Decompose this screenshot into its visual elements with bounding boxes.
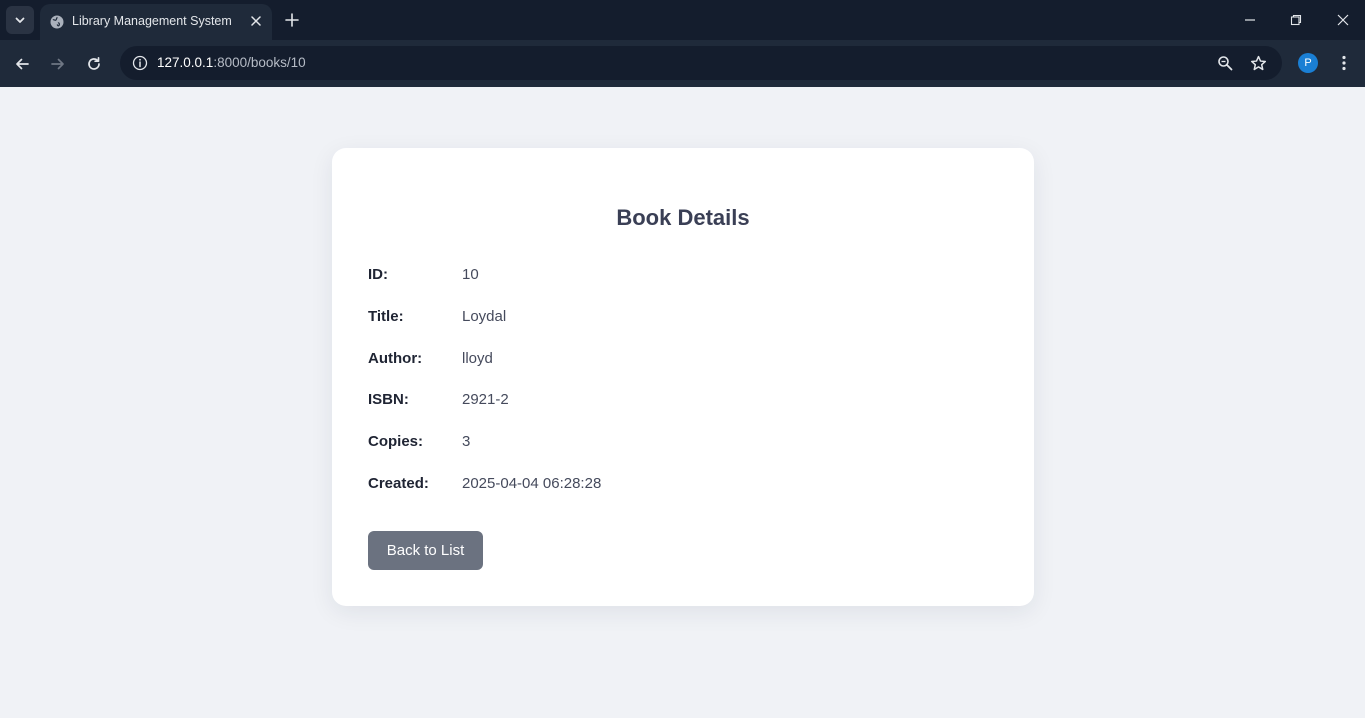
detail-value: Loydal xyxy=(462,308,507,325)
more-vertical-icon xyxy=(1342,55,1346,71)
minimize-button[interactable] xyxy=(1238,8,1262,32)
detail-value: 10 xyxy=(462,266,479,283)
detail-label: ID: xyxy=(368,266,388,283)
url-path: :8000/books/10 xyxy=(213,55,306,70)
detail-label: Copies: xyxy=(368,433,424,450)
tab-title: Library Management System xyxy=(72,14,232,28)
plus-icon xyxy=(285,13,299,27)
detail-value: lloyd xyxy=(462,350,493,367)
tab-strip: Library Management System xyxy=(0,0,1365,40)
address-bar[interactable]: 127.0.0.1:8000/books/10 xyxy=(120,46,1282,80)
zoom-button[interactable] xyxy=(1213,51,1237,75)
detail-value: 2025-04-04 06:28:28 xyxy=(462,475,602,492)
close-icon xyxy=(251,16,261,26)
page-title: Book Details xyxy=(616,205,750,230)
detail-label: Created: xyxy=(368,475,429,492)
minimize-icon xyxy=(1245,19,1255,21)
detail-value: 3 xyxy=(462,433,471,450)
reload-icon xyxy=(88,56,100,70)
detail-label: ISBN: xyxy=(368,391,409,408)
close-window-button[interactable] xyxy=(1331,8,1355,32)
new-tab-button[interactable] xyxy=(281,9,303,31)
detail-value: 2921-2 xyxy=(462,391,509,408)
close-icon xyxy=(1337,14,1349,26)
book-details-card: Book Details ID: 10 Title: Loydal Author… xyxy=(332,148,1034,606)
info-icon xyxy=(132,55,148,71)
zoom-icon xyxy=(1218,56,1233,71)
url-host: 127.0.0.1 xyxy=(157,55,214,70)
profile-avatar[interactable]: P xyxy=(1298,53,1318,73)
arrow-right-icon xyxy=(51,58,64,70)
tab-close-button[interactable] xyxy=(247,12,265,30)
detail-label: Author: xyxy=(368,350,423,367)
tab-search-button[interactable] xyxy=(6,6,34,34)
chevron-down-icon xyxy=(15,17,25,23)
bookmark-button[interactable] xyxy=(1246,51,1270,75)
restore-button[interactable] xyxy=(1284,8,1308,32)
back-to-list-button[interactable]: Back to List xyxy=(368,531,483,570)
globe-icon xyxy=(50,15,64,29)
browser-toolbar: 127.0.0.1:8000/books/10 P xyxy=(0,40,1365,87)
back-nav-button[interactable] xyxy=(8,50,36,78)
star-icon xyxy=(1250,55,1266,70)
reload-button[interactable] xyxy=(80,50,108,78)
forward-nav-button[interactable] xyxy=(44,50,72,78)
site-info-button[interactable] xyxy=(128,51,152,75)
restore-icon xyxy=(1290,14,1302,26)
url-text[interactable]: 127.0.0.1:8000/books/10 xyxy=(157,55,306,70)
browser-menu-button[interactable] xyxy=(1332,50,1356,76)
detail-label: Title: xyxy=(368,308,404,325)
arrow-left-icon xyxy=(16,58,29,70)
browser-tab[interactable]: Library Management System xyxy=(40,4,272,40)
